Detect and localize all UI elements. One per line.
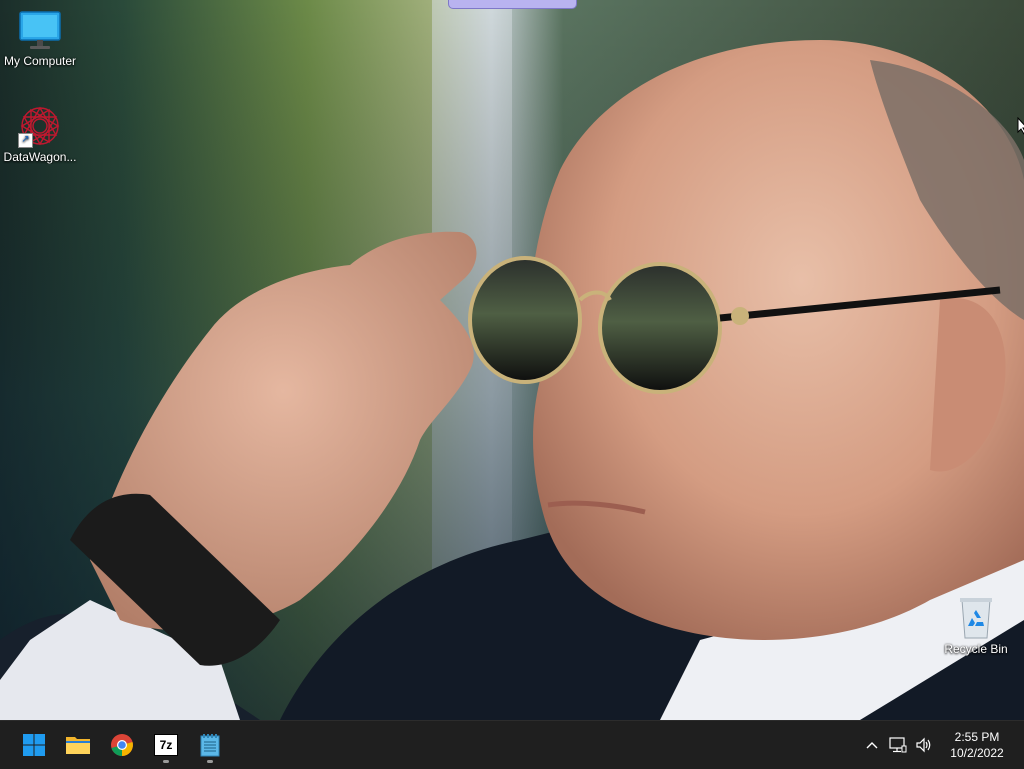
taskbar-chrome[interactable]	[102, 725, 142, 765]
taskbar-7zip[interactable]: 7z	[146, 725, 186, 765]
taskbar-apps: 7z	[10, 725, 230, 765]
desktop-icon-recycle-bin[interactable]: Recycle Bin	[936, 596, 1016, 656]
desktop-icon-datawagon[interactable]: ↗ DataWagon...	[0, 104, 80, 164]
desktop-icon-label: My Computer	[3, 54, 77, 68]
7zip-icon: 7z	[154, 734, 178, 756]
system-tray: 2:55 PM 10/2/2022	[860, 721, 1024, 769]
snap-layout-handle[interactable]	[448, 0, 577, 9]
network-icon	[889, 737, 907, 753]
clock[interactable]: 2:55 PM 10/2/2022	[938, 729, 1016, 761]
clock-date: 10/2/2022	[950, 746, 1004, 760]
desktop-icon-label: DataWagon...	[3, 150, 77, 164]
monitor-icon	[18, 8, 62, 52]
desktop-wallpaper	[0, 0, 1024, 720]
desktop-icon-my-computer[interactable]: My Computer	[0, 8, 80, 68]
mouse-cursor-icon	[1017, 116, 1024, 135]
volume-button[interactable]	[912, 733, 936, 757]
chrome-icon	[111, 734, 133, 756]
show-hidden-icons-button[interactable]	[860, 733, 884, 757]
clock-time: 2:55 PM	[954, 730, 1000, 744]
volume-icon	[916, 737, 931, 753]
datawagon-logo-icon: ↗	[18, 104, 62, 148]
shortcut-arrow-icon: ↗	[18, 133, 33, 148]
desktop-icon-label: Recycle Bin	[944, 642, 1008, 656]
chevron-up-icon	[866, 742, 878, 749]
taskbar: 7z 2:55 PM 10/2/2022	[0, 720, 1024, 769]
recycle-bin-icon	[954, 596, 998, 640]
windows-start-icon	[23, 734, 45, 756]
folder-icon	[66, 737, 90, 754]
7zip-icon-text: 7z	[159, 738, 173, 752]
network-button[interactable]	[886, 733, 910, 757]
start-button[interactable]	[14, 725, 54, 765]
running-indicator	[207, 760, 213, 763]
notepad-icon	[200, 734, 220, 757]
taskbar-notepad[interactable]	[190, 725, 230, 765]
taskbar-file-explorer[interactable]	[58, 725, 98, 765]
running-indicator	[163, 760, 169, 763]
